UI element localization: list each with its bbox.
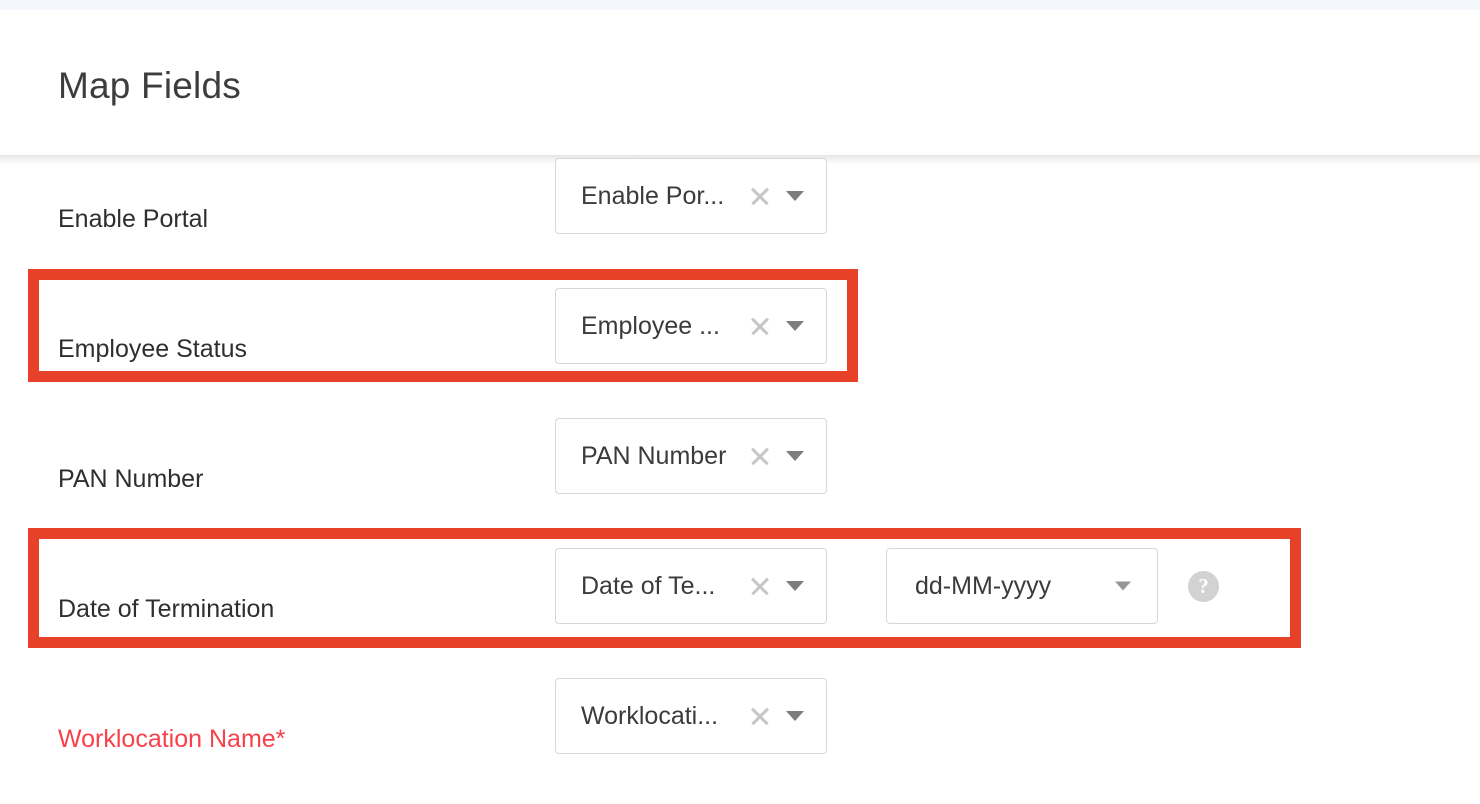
- field-select-employee-status[interactable]: Employee ...: [555, 288, 827, 364]
- field-select-value-pan-number: PAN Number: [581, 442, 727, 470]
- field-select-value-worklocation-name: Worklocati...: [581, 702, 719, 730]
- field-select-value-employee-status: Employee ...: [581, 312, 720, 340]
- field-label-worklocation-name: Worklocation Name*: [58, 725, 286, 753]
- field-select-worklocation-name[interactable]: Worklocati...: [555, 678, 827, 754]
- page-header: Map Fields: [0, 10, 1480, 164]
- chevron-down-icon[interactable]: [786, 191, 804, 201]
- chevron-down-icon[interactable]: [1115, 581, 1131, 591]
- field-select-enable-portal[interactable]: Enable Por...: [555, 158, 827, 234]
- clear-icon[interactable]: [749, 185, 771, 207]
- help-icon[interactable]: ?: [1188, 571, 1219, 602]
- field-row-employee-status: Employee Status Employee ...: [0, 284, 1480, 414]
- chevron-down-icon[interactable]: [786, 321, 804, 331]
- clear-icon[interactable]: [749, 705, 771, 727]
- clear-icon[interactable]: [749, 315, 771, 337]
- clear-icon[interactable]: [749, 575, 771, 597]
- date-format-select[interactable]: dd-MM-yyyy: [886, 548, 1158, 624]
- field-select-value-enable-portal: Enable Por...: [581, 182, 725, 210]
- map-fields-page: Map Fields Enable Portal Enable Por... Emp…: [0, 0, 1480, 770]
- field-row-enable-portal: Enable Portal Enable Por...: [0, 154, 1480, 284]
- clear-icon[interactable]: [749, 445, 771, 467]
- chevron-down-icon[interactable]: [786, 451, 804, 461]
- date-format-value: dd-MM-yyyy: [915, 572, 1052, 600]
- page-title: Map Fields: [58, 65, 241, 106]
- chevron-down-icon[interactable]: [786, 581, 804, 591]
- top-strip: [0, 0, 1480, 10]
- field-row-worklocation-name: Worklocation Name* Worklocati...: [0, 674, 1480, 804]
- field-row-pan-number: PAN Number PAN Number: [0, 414, 1480, 544]
- field-row-date-of-termination: Date of Termination Date of Te... dd-MM-yy…: [0, 544, 1480, 674]
- field-mapping-list: Enable Portal Enable Por... Employee Statu…: [0, 154, 1480, 770]
- field-select-date-of-termination[interactable]: Date of Te...: [555, 548, 827, 624]
- field-label-employee-status: Employee Status: [58, 335, 247, 363]
- field-label-pan-number: PAN Number: [58, 465, 204, 493]
- field-select-value-date-of-termination: Date of Te...: [581, 572, 716, 600]
- field-select-pan-number[interactable]: PAN Number: [555, 418, 827, 494]
- field-label-enable-portal: Enable Portal: [58, 205, 209, 233]
- field-label-date-of-termination: Date of Termination: [58, 595, 275, 623]
- chevron-down-icon[interactable]: [786, 711, 804, 721]
